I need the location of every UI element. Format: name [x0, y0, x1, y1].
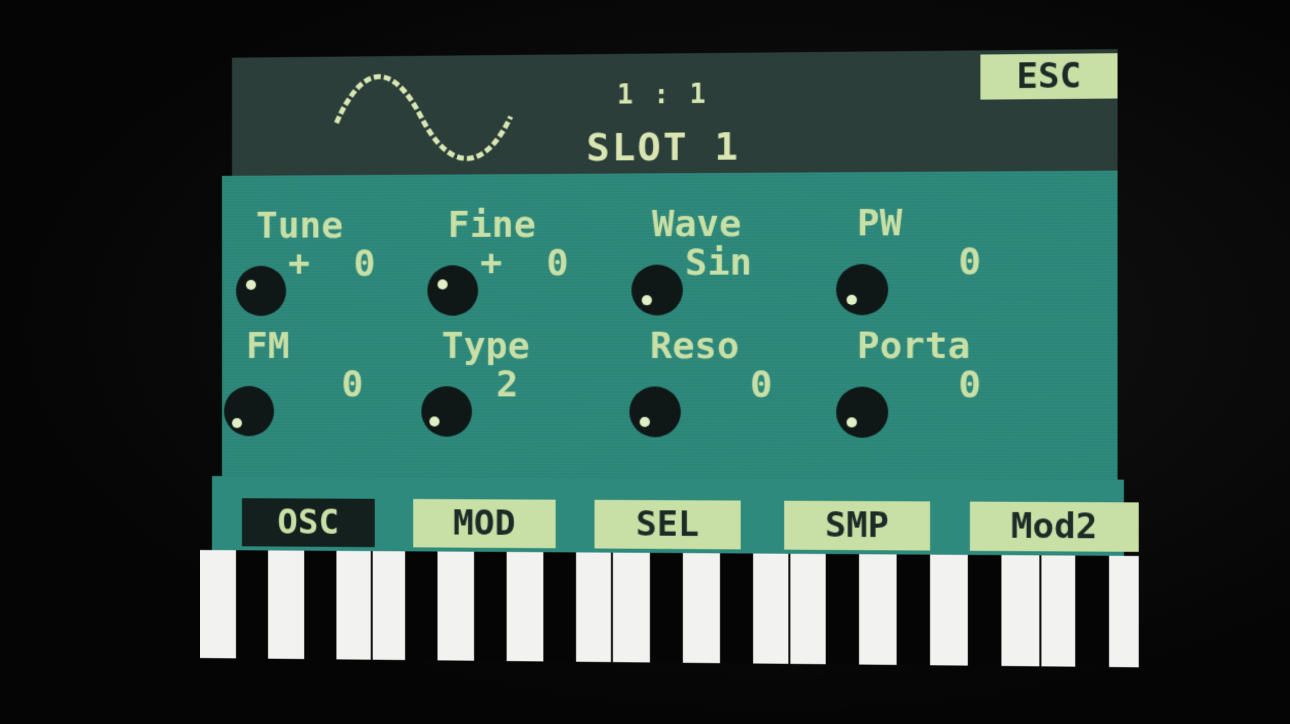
knob-indicator: [231, 418, 243, 429]
page-tab-strip: OSC MOD SEL SMP Mod2: [211, 476, 1139, 556]
param-type[interactable]: Type 2: [421, 326, 625, 448]
reso-knob[interactable]: [629, 386, 681, 438]
sine-wave-icon: [332, 71, 514, 163]
oscillator-param-panel: Tune + 0 Fine + 0 Wave Sin PW 0 FM 0 Typ…: [221, 170, 1118, 480]
tab-sel[interactable]: SEL: [594, 499, 741, 550]
param-value: 0: [276, 364, 364, 406]
black-key[interactable]: [967, 554, 1002, 666]
black-key[interactable]: [405, 551, 438, 661]
key-divider: [1039, 555, 1042, 667]
param-label: Tune: [256, 205, 344, 247]
black-key[interactable]: [235, 550, 269, 659]
black-key[interactable]: [649, 552, 683, 663]
param-fm[interactable]: FM 0: [223, 325, 425, 447]
fine-knob[interactable]: [427, 265, 479, 316]
black-key[interactable]: [304, 550, 337, 660]
esc-button[interactable]: ESC: [980, 53, 1118, 100]
key-divider: [788, 553, 791, 664]
black-key[interactable]: [896, 554, 931, 666]
knob-indicator: [846, 417, 857, 428]
black-key[interactable]: [720, 553, 754, 664]
param-value: 0: [890, 241, 982, 284]
knob-indicator: [437, 279, 448, 290]
tab-mod[interactable]: MOD: [413, 498, 556, 549]
param-tune[interactable]: Tune + 0: [235, 205, 438, 326]
knob-indicator: [639, 416, 650, 428]
header-bar: 1 : 1 SLOT 1 ESC: [231, 49, 1118, 176]
wave-knob[interactable]: [631, 264, 683, 316]
param-label: Porta: [856, 325, 971, 368]
param-value: + 0: [288, 243, 376, 285]
piano-keyboard[interactable]: [200, 550, 1139, 668]
device-frame: 1 : 1 SLOT 1 ESC Tune + 0 Fine + 0 Wave …: [0, 0, 1290, 724]
param-label: PW: [856, 202, 903, 245]
black-key[interactable]: [1075, 555, 1110, 668]
param-label: Wave: [651, 203, 742, 246]
knob-indicator: [246, 279, 257, 290]
param-fine[interactable]: Fine + 0: [427, 204, 631, 326]
param-value: 0: [890, 364, 982, 407]
param-label: Fine: [447, 204, 536, 247]
knob-indicator: [846, 294, 857, 305]
param-label: Type: [441, 325, 530, 368]
tab-mod2[interactable]: Mod2: [969, 501, 1139, 552]
param-label: FM: [246, 325, 290, 368]
position-readout: 1 : 1: [617, 79, 708, 111]
lcd-screen: 1 : 1 SLOT 1 ESC Tune + 0 Fine + 0 Wave …: [200, 41, 1147, 670]
param-value: + 0: [480, 242, 569, 285]
tune-knob[interactable]: [235, 265, 287, 316]
pw-knob[interactable]: [836, 263, 889, 316]
fm-knob[interactable]: [223, 386, 275, 437]
knob-indicator: [641, 295, 652, 306]
tab-smp[interactable]: SMP: [784, 500, 931, 551]
param-value: 2: [474, 364, 519, 406]
param-value: 0: [682, 364, 773, 406]
param-pw[interactable]: PW 0: [836, 202, 1046, 326]
param-reso[interactable]: Reso 0: [629, 325, 836, 448]
param-porta[interactable]: Porta 0: [836, 325, 1046, 448]
black-key[interactable]: [543, 552, 577, 662]
param-wave[interactable]: Wave Sin: [631, 203, 838, 326]
type-knob[interactable]: [421, 386, 473, 437]
key-divider: [370, 551, 373, 660]
key-divider: [610, 552, 613, 663]
param-value: Sin: [684, 241, 753, 284]
tab-osc[interactable]: OSC: [242, 498, 375, 548]
porta-knob[interactable]: [836, 386, 889, 438]
param-label: Reso: [649, 325, 740, 368]
black-key[interactable]: [825, 553, 860, 665]
slot-title: SLOT 1: [586, 123, 740, 170]
black-key[interactable]: [474, 551, 507, 662]
knob-indicator: [429, 416, 440, 427]
